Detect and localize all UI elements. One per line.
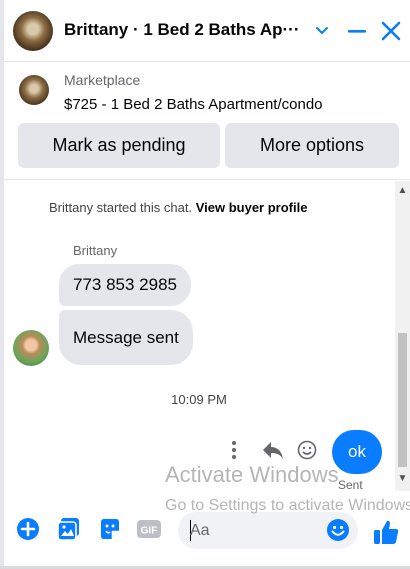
plus-icon[interactable] <box>15 516 41 542</box>
message-input-wrapper <box>178 512 358 549</box>
more-options-button[interactable]: More options <box>225 123 399 168</box>
listing-avatar[interactable] <box>13 11 53 51</box>
marketplace-listing-card: Marketplace $725 - 1 Bed 2 Baths Apartme… <box>4 62 410 180</box>
marketplace-label: Marketplace <box>64 72 141 88</box>
my-message-bubble[interactable]: ok <box>332 430 382 474</box>
sender-avatar[interactable] <box>13 330 49 366</box>
message-input[interactable] <box>190 519 320 542</box>
gif-icon[interactable]: GIF <box>136 516 162 542</box>
listing-title[interactable]: $725 - 1 Bed 2 Baths Apartment/condo <box>64 96 323 113</box>
scroll-up-arrow-icon[interactable]: ▲ <box>395 185 410 197</box>
scroll-thumb[interactable] <box>398 333 407 467</box>
activate-windows-subtext: Go to Settings to activate Windows. <box>165 497 410 514</box>
gif-label: GIF <box>141 526 158 537</box>
message-bubble[interactable]: Message sent <box>59 310 193 365</box>
chat-started-notice: Brittany started this chat. View buyer p… <box>49 200 307 215</box>
view-buyer-profile-link[interactable]: View buyer profile <box>196 200 308 215</box>
sticker-icon[interactable] <box>97 516 123 542</box>
scroll-down-arrow-icon[interactable]: ▼ <box>395 473 410 485</box>
activate-windows-watermark: Activate Windows <box>165 462 339 487</box>
message-timestamp: 10:09 PM <box>171 392 227 407</box>
thumbs-up-icon[interactable] <box>372 518 400 546</box>
photo-icon[interactable] <box>56 516 82 542</box>
chevron-down-icon[interactable] <box>305 14 339 48</box>
emoji-icon[interactable] <box>326 518 350 542</box>
message-bubble[interactable]: 773 853 2985 <box>59 264 191 306</box>
chat-title[interactable]: Brittany · 1 Bed 2 Baths Ap··· <box>64 20 309 40</box>
mark-as-pending-button[interactable]: Mark as pending <box>18 123 220 168</box>
chat-header: Brittany · 1 Bed 2 Baths Ap··· <box>4 0 410 62</box>
sender-name: Brittany <box>73 243 118 258</box>
listing-thumbnail[interactable] <box>19 75 49 105</box>
message-status: Sent <box>338 478 363 491</box>
message-scrollbar[interactable]: ▲ ▼ <box>395 181 410 491</box>
message-list: Brittany started this chat. View buyer p… <box>4 181 410 491</box>
started-text: Brittany started this chat. <box>49 200 193 215</box>
minimize-icon[interactable] <box>340 14 374 48</box>
close-icon[interactable] <box>374 14 408 48</box>
